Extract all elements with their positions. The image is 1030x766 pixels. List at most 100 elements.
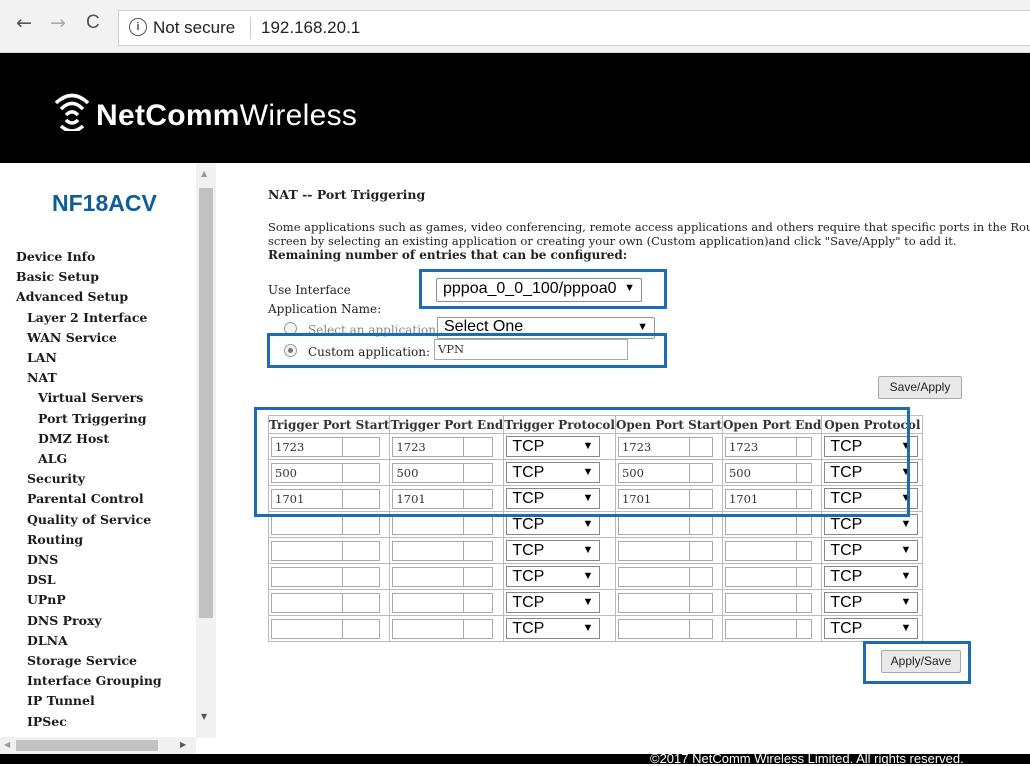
input-spinner[interactable] bbox=[688, 488, 713, 509]
open-port-start-input[interactable] bbox=[617, 566, 690, 587]
input-spinner[interactable] bbox=[795, 514, 812, 535]
input-spinner[interactable] bbox=[463, 488, 494, 509]
input-spinner[interactable] bbox=[463, 618, 494, 639]
sidebar-item[interactable]: ALG bbox=[38, 451, 67, 466]
open-protocol-select[interactable]: TCP ▼ bbox=[824, 540, 919, 561]
scroll-right-icon[interactable]: ▶ bbox=[180, 740, 186, 749]
input-spinner[interactable] bbox=[688, 566, 713, 587]
input-spinner[interactable] bbox=[463, 566, 494, 587]
open-port-end-input[interactable]: 500 bbox=[724, 462, 797, 483]
trigger-port-start-input[interactable] bbox=[271, 514, 343, 535]
trigger-port-start-input[interactable] bbox=[271, 618, 343, 639]
trigger-port-end-input[interactable] bbox=[392, 540, 465, 561]
scroll-up-icon[interactable]: ▲ bbox=[201, 169, 207, 178]
trigger-protocol-select[interactable]: TCP ▼ bbox=[506, 618, 601, 639]
trigger-port-end-input[interactable] bbox=[392, 514, 465, 535]
open-port-end-input[interactable] bbox=[724, 618, 797, 639]
open-port-start-input[interactable] bbox=[617, 618, 690, 639]
open-port-end-input[interactable]: 1723 bbox=[724, 436, 797, 457]
trigger-port-end-input[interactable]: 1701 bbox=[392, 488, 465, 509]
input-spinner[interactable] bbox=[688, 462, 713, 483]
trigger-port-end-input[interactable] bbox=[392, 566, 465, 587]
info-icon[interactable]: i bbox=[129, 18, 147, 36]
url-text[interactable]: 192.168.20.1 bbox=[261, 18, 360, 38]
sidebar-item[interactable]: IPSec bbox=[27, 714, 67, 729]
open-port-start-input[interactable]: 500 bbox=[617, 462, 690, 483]
open-port-end-input[interactable] bbox=[724, 514, 797, 535]
save-apply-button[interactable]: Save/Apply bbox=[878, 376, 962, 399]
trigger-port-start-input[interactable] bbox=[271, 540, 343, 561]
open-protocol-select[interactable]: TCP ▼ bbox=[824, 618, 919, 639]
sidebar-item[interactable]: Storage Service bbox=[27, 653, 137, 668]
input-spinner[interactable] bbox=[463, 436, 494, 457]
trigger-protocol-select[interactable]: TCP ▼ bbox=[506, 592, 601, 613]
trigger-port-start-input[interactable]: 1701 bbox=[271, 488, 343, 509]
sidebar-item[interactable]: Virtual Servers bbox=[38, 390, 143, 405]
sidebar-item[interactable]: DLNA bbox=[27, 633, 68, 648]
trigger-protocol-select[interactable]: TCP ▼ bbox=[506, 436, 601, 457]
input-spinner[interactable] bbox=[342, 514, 380, 535]
input-spinner[interactable] bbox=[463, 592, 494, 613]
open-port-start-input[interactable] bbox=[617, 514, 690, 535]
input-spinner[interactable] bbox=[342, 540, 380, 561]
input-spinner[interactable] bbox=[688, 592, 713, 613]
sidebar-item[interactable]: Advanced Setup bbox=[16, 289, 128, 304]
custom-application-input[interactable]: VPN bbox=[434, 339, 628, 360]
sidebar-item[interactable]: DNS bbox=[27, 552, 58, 567]
reload-button[interactable]: C bbox=[86, 12, 100, 34]
trigger-port-start-input[interactable] bbox=[271, 566, 343, 587]
trigger-port-start-input[interactable]: 1723 bbox=[271, 436, 343, 457]
open-port-end-input[interactable] bbox=[724, 566, 797, 587]
trigger-port-start-input[interactable]: 500 bbox=[271, 462, 343, 483]
open-protocol-select[interactable]: TCP ▼ bbox=[824, 462, 919, 483]
scroll-down-icon[interactable]: ▼ bbox=[201, 712, 207, 721]
sidebar-item[interactable]: Interface Grouping bbox=[27, 673, 162, 688]
trigger-protocol-select[interactable]: TCP ▼ bbox=[506, 514, 601, 535]
sidebar-scroll-thumb[interactable] bbox=[199, 188, 213, 618]
sidebar-item[interactable]: Quality of Service bbox=[27, 512, 151, 527]
input-spinner[interactable] bbox=[688, 436, 713, 457]
input-spinner[interactable] bbox=[463, 540, 494, 561]
trigger-protocol-select[interactable]: TCP ▼ bbox=[506, 488, 601, 509]
application-select[interactable]: Select One ▼ bbox=[437, 317, 655, 339]
address-bar[interactable]: i Not secure 192.168.20.1 bbox=[118, 10, 1030, 46]
input-spinner[interactable] bbox=[795, 488, 812, 509]
sidebar-item[interactable]: NAT bbox=[27, 370, 57, 385]
open-port-start-input[interactable]: 1723 bbox=[617, 436, 690, 457]
trigger-port-end-input[interactable] bbox=[392, 618, 465, 639]
input-spinner[interactable] bbox=[688, 514, 713, 535]
scroll-left-icon[interactable]: ◀ bbox=[4, 740, 10, 749]
open-port-end-input[interactable] bbox=[724, 592, 797, 613]
input-spinner[interactable] bbox=[795, 436, 812, 457]
open-port-start-input[interactable] bbox=[617, 540, 690, 561]
trigger-port-end-input[interactable]: 500 bbox=[392, 462, 465, 483]
sidebar-item[interactable]: DSL bbox=[27, 572, 56, 587]
sidebar-item[interactable]: IP Tunnel bbox=[27, 693, 95, 708]
input-spinner[interactable] bbox=[463, 462, 494, 483]
input-spinner[interactable] bbox=[463, 514, 494, 535]
custom-application-radio[interactable] bbox=[284, 344, 297, 357]
apply-save-button[interactable]: Apply/Save bbox=[881, 650, 961, 673]
open-protocol-select[interactable]: TCP ▼ bbox=[824, 514, 919, 535]
input-spinner[interactable] bbox=[688, 540, 713, 561]
open-protocol-select[interactable]: TCP ▼ bbox=[824, 436, 919, 457]
trigger-port-end-input[interactable]: 1723 bbox=[392, 436, 465, 457]
sidebar-item[interactable]: WAN Service bbox=[27, 330, 117, 345]
security-label[interactable]: Not secure bbox=[153, 18, 235, 38]
input-spinner[interactable] bbox=[688, 618, 713, 639]
sidebar-item[interactable]: DNS Proxy bbox=[27, 613, 102, 628]
input-spinner[interactable] bbox=[342, 462, 380, 483]
sidebar-item[interactable]: Security bbox=[27, 471, 85, 486]
trigger-port-start-input[interactable] bbox=[271, 592, 343, 613]
input-spinner[interactable] bbox=[342, 488, 380, 509]
input-spinner[interactable] bbox=[342, 566, 380, 587]
select-application-radio[interactable] bbox=[284, 322, 297, 335]
sidebar-item[interactable]: Device Info bbox=[16, 249, 95, 264]
sidebar-item[interactable]: Port Triggering bbox=[38, 411, 146, 426]
interface-select[interactable]: pppoa_0_0_100/pppoa0 ▼ bbox=[436, 278, 642, 302]
open-protocol-select[interactable]: TCP ▼ bbox=[824, 488, 919, 509]
input-spinner[interactable] bbox=[795, 540, 812, 561]
input-spinner[interactable] bbox=[342, 592, 380, 613]
open-port-start-input[interactable] bbox=[617, 592, 690, 613]
sidebar-item[interactable]: UPnP bbox=[27, 592, 66, 607]
